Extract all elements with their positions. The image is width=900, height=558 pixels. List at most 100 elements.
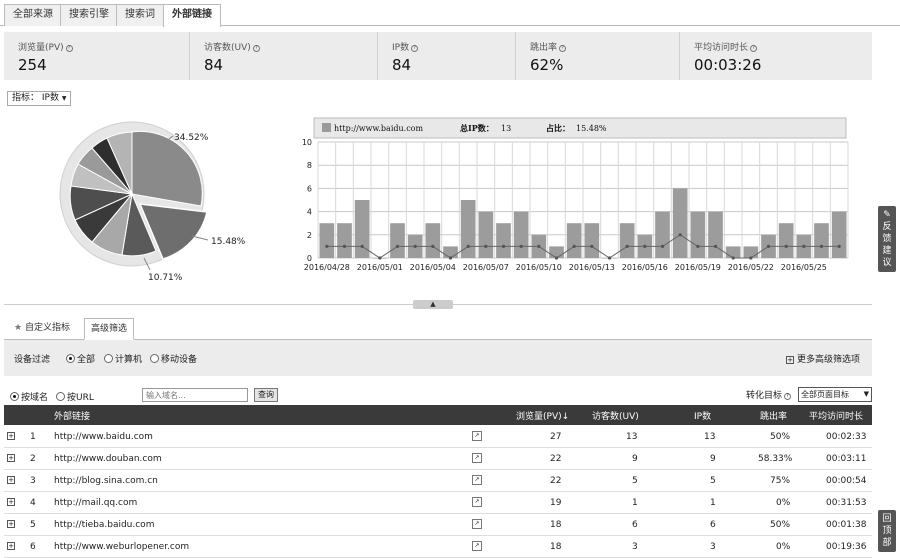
trend-point <box>660 244 665 248</box>
tab-advanced-filter[interactable]: 高级筛选 <box>84 318 135 340</box>
col-ip[interactable]: IP数 <box>694 409 711 422</box>
row-pv: 18 <box>550 520 562 530</box>
col-bounce[interactable]: 跳出率 <box>760 409 787 422</box>
tab-custom-metrics[interactable]: ★ 自定义指标 <box>8 318 76 340</box>
chart-bar[interactable] <box>496 223 511 258</box>
expand-row-icon[interactable]: + <box>7 520 15 528</box>
table-row[interactable]: + 3 http://blog.sina.com.cn ↗ 22 5 5 75%… <box>4 470 872 492</box>
row-index: 4 <box>30 498 36 508</box>
search-by-url[interactable]: 按URL <box>56 390 94 403</box>
legend-swatch <box>322 123 331 132</box>
chart-bar[interactable] <box>778 223 794 258</box>
table-row[interactable]: + 5 http://tieba.baidu.com ↗ 18 6 6 50% … <box>4 514 872 536</box>
trend-point <box>766 244 771 248</box>
collapse-chart-button[interactable]: ▲ <box>413 300 453 309</box>
row-url[interactable]: http://tieba.baidu.com <box>54 520 154 530</box>
help-icon[interactable]: ? <box>559 45 567 52</box>
row-pv: 22 <box>550 476 562 486</box>
external-link-icon[interactable]: ↗ <box>472 497 482 507</box>
chart-bar[interactable] <box>725 246 741 258</box>
expand-row-icon[interactable]: + <box>7 498 15 506</box>
chart-bar[interactable] <box>672 188 688 258</box>
trend-point <box>554 256 559 260</box>
bar-chart: http://www.baidu.com 总IP数： 13 占比： 15.48%… <box>302 117 849 272</box>
device-filter-label: 设备过滤 <box>14 355 51 365</box>
stat-bounce: 跳出率? 62% <box>516 32 680 80</box>
external-link-icon[interactable]: ↗ <box>472 475 482 485</box>
row-url[interactable]: http://www.baidu.com <box>54 432 153 442</box>
feedback-tab[interactable]: ✎ 反馈建议 <box>878 206 896 272</box>
help-icon[interactable]: ? <box>252 45 260 52</box>
row-url[interactable]: http://mail.qq.com <box>54 498 137 508</box>
external-link-icon[interactable]: ↗ <box>472 541 482 551</box>
chart-bar[interactable] <box>478 211 494 258</box>
back-to-top-tab[interactable]: 回顶部 <box>878 510 896 552</box>
external-link-icon[interactable]: ↗ <box>472 453 482 463</box>
chart-bar[interactable] <box>443 246 458 258</box>
chart-bar[interactable] <box>708 211 723 258</box>
row-ip: 6 <box>710 520 716 530</box>
device-option-all[interactable]: 全部 <box>66 352 95 365</box>
chart-bar[interactable] <box>337 223 352 258</box>
trend-point <box>802 244 806 248</box>
chart-bar[interactable] <box>619 223 635 258</box>
col-avg-time[interactable]: 平均访问时长 <box>809 409 863 422</box>
chart-bar[interactable] <box>584 223 600 258</box>
expand-row-icon[interactable]: + <box>7 542 15 550</box>
tab-search-words[interactable]: 搜索词 <box>116 4 164 26</box>
device-option-computer[interactable]: 计算机 <box>104 352 142 365</box>
chart-bar[interactable] <box>690 211 706 258</box>
x-tick-label: 2016/05/01 <box>357 263 403 272</box>
row-pv: 18 <box>550 542 562 552</box>
help-icon[interactable]: ? <box>784 393 792 400</box>
trend-point <box>519 244 523 248</box>
device-option-mobile[interactable]: 移动设备 <box>150 352 197 365</box>
table-row[interactable]: + 4 http://mail.qq.com ↗ 19 1 1 0% 00:31… <box>4 492 872 514</box>
stat-uv: 访客数(UV)? 84 <box>190 32 378 80</box>
chart-bar[interactable] <box>655 211 670 258</box>
chart-bar[interactable] <box>513 211 529 258</box>
chart-bar[interactable] <box>566 223 582 258</box>
more-filters-link[interactable]: + 更多高级筛选项 <box>786 352 860 365</box>
col-pv[interactable]: 浏览量(PV)↓ <box>516 409 569 422</box>
chart-bar[interactable] <box>319 223 335 258</box>
trend-point <box>696 244 700 248</box>
metric-selector[interactable]: 指标： IP数 ▼ <box>7 91 72 106</box>
y-tick-label: 10 <box>302 138 312 147</box>
chart-bar[interactable] <box>743 246 759 258</box>
help-icon[interactable]: ? <box>65 45 73 52</box>
trend-point <box>378 256 382 260</box>
chart-bar[interactable] <box>390 223 405 258</box>
tab-search-engines[interactable]: 搜索引擎 <box>60 4 118 26</box>
domain-search-input[interactable] <box>142 388 248 402</box>
tab-all-sources[interactable]: 全部来源 <box>4 4 62 26</box>
search-by-domain[interactable]: 按域名 <box>10 390 48 403</box>
chart-bar[interactable] <box>425 223 441 258</box>
table-row[interactable]: + 2 http://www.douban.com ↗ 22 9 9 58.33… <box>4 448 872 470</box>
tab-external-links[interactable]: 外部链接 <box>163 4 221 27</box>
row-url[interactable]: http://blog.sina.com.cn <box>54 476 158 486</box>
help-icon[interactable]: ? <box>411 45 419 52</box>
external-link-icon[interactable]: ↗ <box>472 431 482 441</box>
table-row[interactable]: + 1 http://www.baidu.com ↗ 27 13 13 50% … <box>4 426 872 448</box>
expand-row-icon[interactable]: + <box>7 476 15 484</box>
search-button[interactable]: 查询 <box>254 388 278 402</box>
help-icon[interactable]: ? <box>750 45 758 52</box>
chart-bar[interactable] <box>814 223 829 258</box>
row-ip: 13 <box>704 432 716 442</box>
x-tick-label: 2016/05/04 <box>410 263 456 272</box>
chart-bar[interactable] <box>549 246 564 258</box>
row-url[interactable]: http://www.douban.com <box>54 454 162 464</box>
expand-row-icon[interactable]: + <box>7 454 15 462</box>
chart-bar[interactable] <box>831 211 847 258</box>
row-ip: 1 <box>710 498 716 508</box>
expand-row-icon[interactable]: + <box>7 432 15 440</box>
sort-down-icon: ↓ <box>561 412 570 422</box>
col-external-link[interactable]: 外部链接 <box>54 409 90 422</box>
table-row[interactable]: + 6 http://www.weburlopener.com ↗ 18 3 3… <box>4 536 872 558</box>
col-uv[interactable]: 访客数(UV) <box>592 409 639 422</box>
row-url[interactable]: http://www.weburlopener.com <box>54 542 189 552</box>
x-tick-label: 2016/05/19 <box>675 263 721 272</box>
external-link-icon[interactable]: ↗ <box>472 519 482 529</box>
conversion-select[interactable]: 全部页面目标 ▼ <box>798 387 872 402</box>
